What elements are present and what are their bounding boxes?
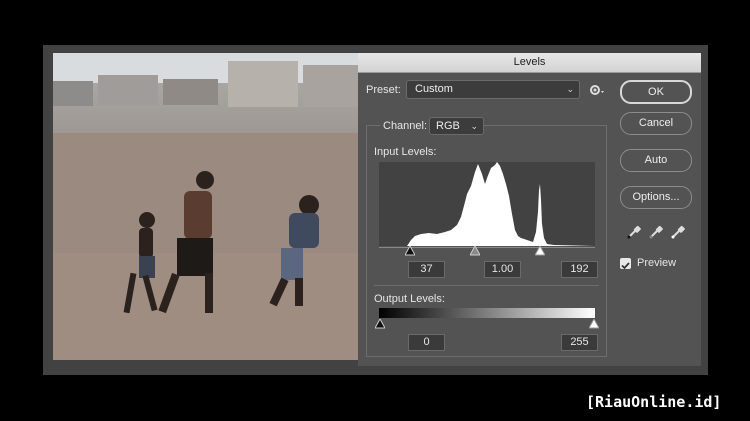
output-gradient — [379, 308, 595, 318]
gray-eyedropper-icon[interactable] — [649, 225, 663, 239]
output-black-handle[interactable] — [375, 319, 385, 329]
options-button[interactable]: Options... — [620, 186, 692, 209]
preview-label: Preview — [637, 257, 677, 269]
photo-canvas — [53, 53, 358, 360]
input-white-handle[interactable] — [535, 246, 545, 256]
dialog-title: Levels — [358, 53, 701, 73]
white-eyedropper-icon[interactable] — [671, 225, 685, 239]
output-black-field[interactable]: 0 — [408, 334, 445, 351]
input-levels-label: Input Levels: — [374, 146, 437, 158]
watermark: [RiauOnline.id] — [586, 393, 722, 411]
divider — [374, 285, 599, 286]
input-gamma-field[interactable]: 1.00 — [484, 261, 521, 278]
input-black-handle[interactable] — [405, 246, 415, 256]
output-white-field[interactable]: 255 — [561, 334, 598, 351]
auto-button[interactable]: Auto — [620, 149, 692, 172]
gear-icon[interactable] — [589, 83, 605, 97]
beach-photo — [53, 53, 358, 360]
preview-checkbox[interactable] — [620, 258, 631, 270]
chevron-down-icon: ⌄ — [566, 84, 574, 94]
black-eyedropper-icon[interactable] — [627, 225, 641, 239]
ok-button[interactable]: OK — [620, 80, 692, 104]
channel-select[interactable]: RGB ⌄ — [429, 117, 484, 135]
output-white-handle[interactable] — [589, 319, 599, 329]
input-gamma-handle[interactable] — [470, 246, 480, 256]
checkmark-icon — [621, 262, 630, 270]
channel-value: RGB — [436, 120, 460, 132]
preset-select[interactable]: Custom ⌄ — [406, 80, 580, 99]
channel-label: Channel: — [380, 120, 431, 132]
preset-label: Preset: — [366, 84, 401, 96]
histogram — [379, 162, 595, 246]
chevron-down-icon: ⌄ — [470, 121, 478, 131]
output-levels-label: Output Levels: — [374, 293, 445, 305]
input-black-field[interactable]: 37 — [408, 261, 445, 278]
input-white-field[interactable]: 192 — [561, 261, 598, 278]
preset-value: Custom — [415, 83, 453, 95]
cancel-button[interactable]: Cancel — [620, 112, 692, 135]
